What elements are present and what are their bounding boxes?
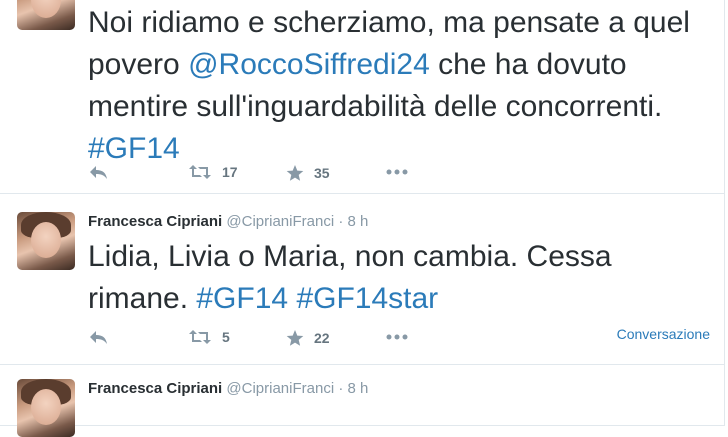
user-fullname[interactable]: Francesca Cipriani [88,213,222,230]
star-icon [286,164,304,182]
favorite-count: 22 [314,330,330,346]
tweet-header: Francesca Cipriani @CiprianiFranci · 8 h [88,380,368,397]
mention-link[interactable]: @RoccoSiffredi24 [188,48,430,81]
reply-button[interactable] [88,164,108,180]
hashtag-link[interactable]: #GF14 [88,132,180,165]
tweet[interactable]: Francesca Cipriani @CiprianiFranci · 8 h… [0,194,725,365]
hashtag-link[interactable]: #GF14 [196,282,288,315]
tweet[interactable]: Francesca Cipriani @CiprianiFranci · 8 h [0,365,725,437]
more-button[interactable] [386,169,408,175]
tweet-timestamp[interactable]: 8 h [348,380,369,397]
retweet-count: 17 [222,164,238,180]
tweet-timestamp[interactable]: 8 h [348,213,369,230]
tweet-text: Lidia, Livia o Maria, non cambia. Cessa … [88,236,708,320]
favorite-button[interactable]: 22 [286,329,330,347]
conversation-link[interactable]: Conversazione [617,326,710,342]
user-handle[interactable]: @CiprianiFranci [226,380,334,397]
avatar[interactable] [17,0,75,30]
hashtag-link[interactable]: #GF14star [296,282,438,315]
retweet-icon [188,164,212,180]
retweet-button[interactable]: 17 [188,164,238,180]
retweet-button[interactable]: 5 [188,329,230,345]
user-handle[interactable]: @CiprianiFranci [226,213,334,230]
separator: · [338,380,344,397]
avatar[interactable] [17,379,75,437]
avatar[interactable] [17,212,75,270]
reply-button[interactable] [88,329,108,345]
tweet-header: Francesca Cipriani @CiprianiFranci · 8 h [88,213,368,230]
favorite-button[interactable]: 35 [286,164,330,182]
retweet-icon [188,329,212,345]
more-icon [386,334,408,340]
separator: · [338,213,344,230]
retweet-count: 5 [222,329,230,345]
tweet[interactable]: Noi ridiamo e scherziamo, ma pensate a q… [0,0,725,194]
reply-icon [88,164,108,180]
more-button[interactable] [386,334,408,340]
user-fullname[interactable]: Francesca Cipriani [88,380,222,397]
more-icon [386,169,408,175]
reply-icon [88,329,108,345]
star-icon [286,329,304,347]
tweet-text: Noi ridiamo e scherziamo, ma pensate a q… [88,2,708,170]
favorite-count: 35 [314,165,330,181]
